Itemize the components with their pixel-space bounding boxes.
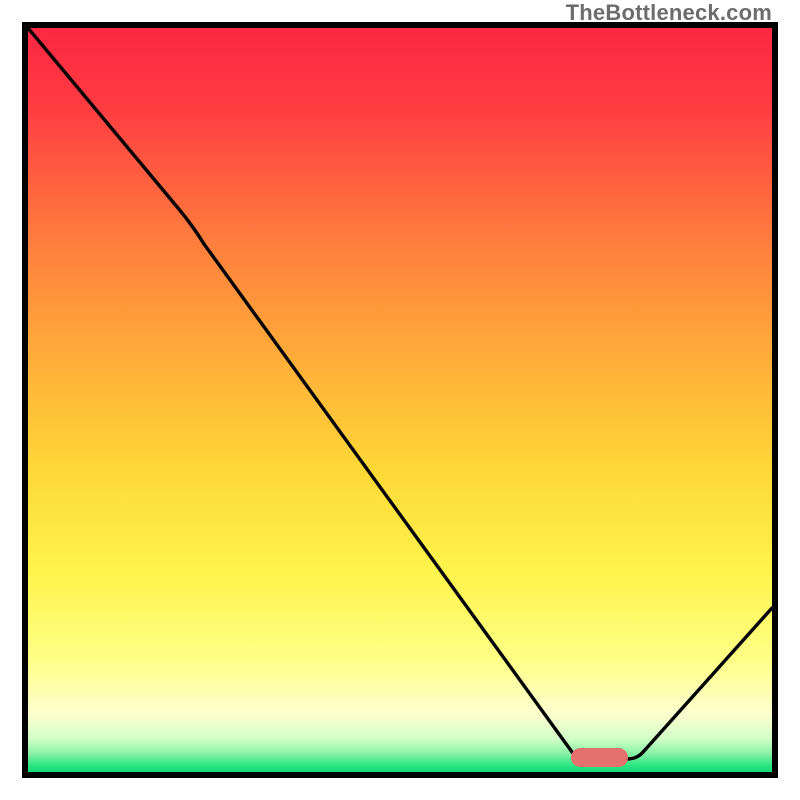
optimal-region-marker <box>571 748 628 767</box>
chart-plot <box>28 28 772 772</box>
chart-frame <box>22 22 778 778</box>
gradient-background <box>28 28 772 772</box>
